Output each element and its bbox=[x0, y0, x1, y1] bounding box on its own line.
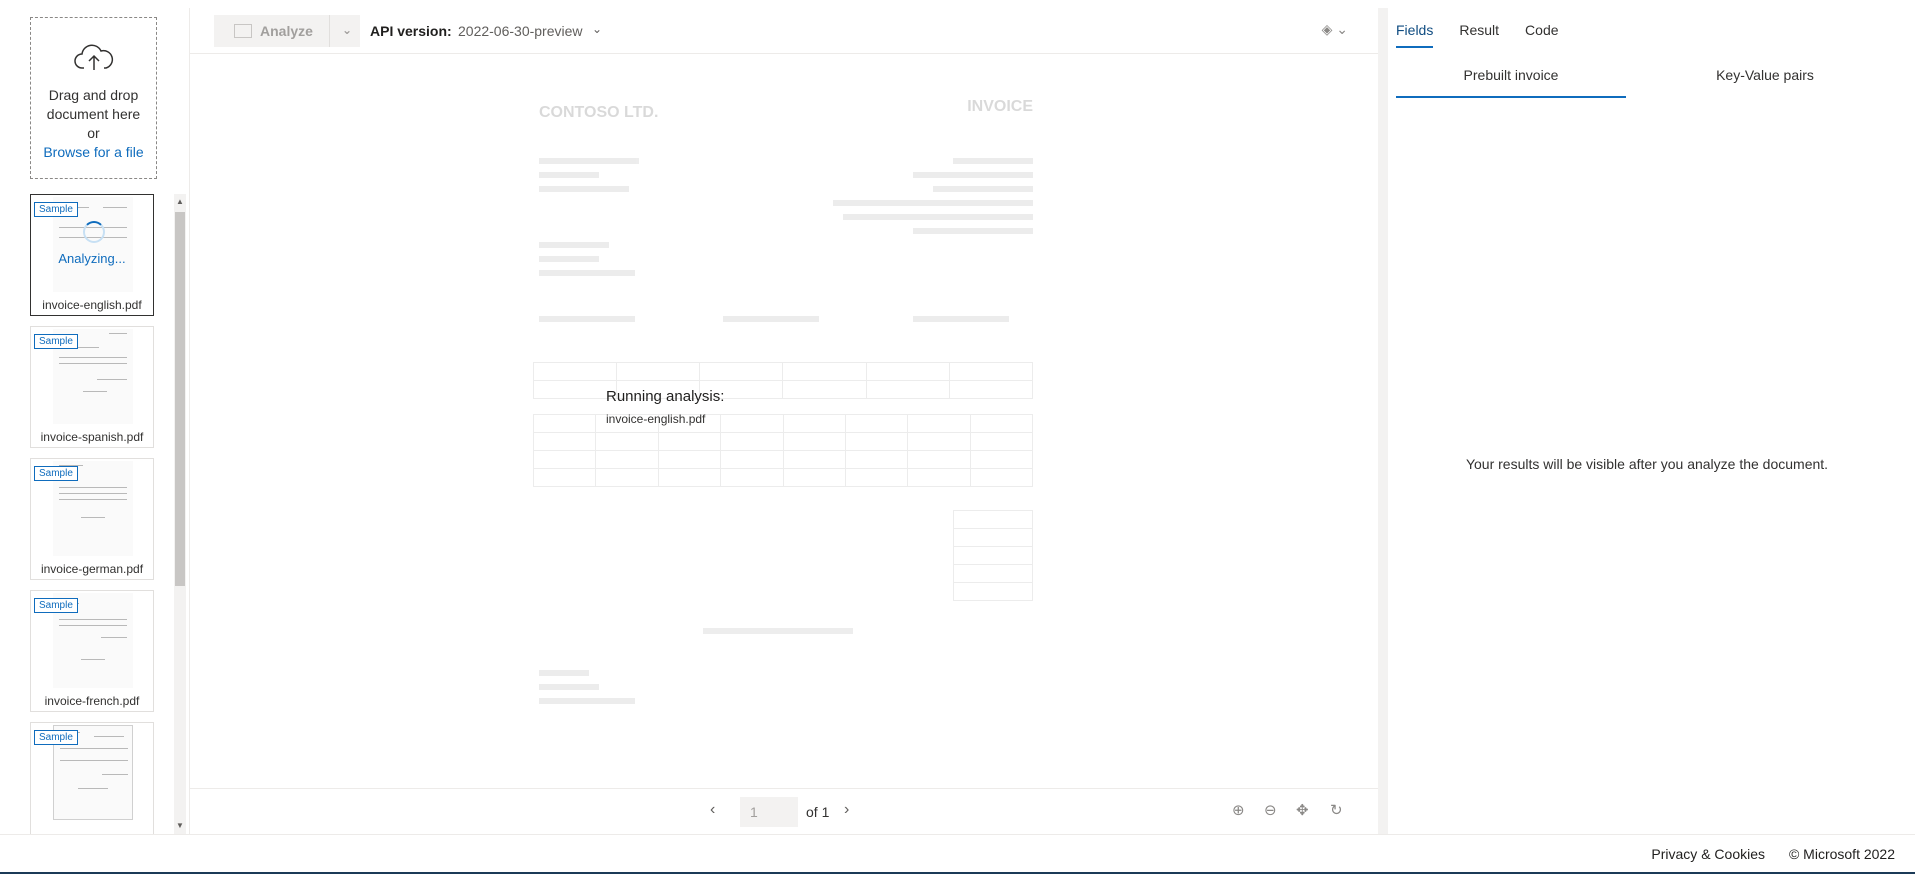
thumbnail-list: Sample Analyzing... invoice-english.pdf … bbox=[30, 194, 156, 834]
results-panel: Fields Result Code Prebuilt invoice Key-… bbox=[1388, 8, 1915, 834]
thumbnail-invoice-german[interactable]: Sample invoice-german.pdf bbox=[30, 458, 154, 580]
thumbnail-invoice-spanish[interactable]: Sample invoice-spanish.pdf bbox=[30, 326, 154, 448]
analyze-label: Analyze bbox=[260, 23, 313, 39]
split-divider bbox=[329, 15, 330, 47]
thumbnail-name: invoice-french.pdf bbox=[44, 694, 140, 708]
thumbnail-name: invoice-english.pdf bbox=[42, 298, 142, 312]
sample-badge: Sample bbox=[34, 730, 78, 745]
sample-badge: Sample bbox=[34, 598, 78, 613]
subtab-key-value-pairs[interactable]: Key-Value pairs bbox=[1650, 64, 1880, 98]
thumbnail-invoice-english[interactable]: Sample Analyzing... invoice-english.pdf bbox=[30, 194, 154, 316]
cloud-upload-icon bbox=[73, 44, 113, 70]
page-navigator: ‹ 1 of 1 › ⊕ ⊖ ✥ ↻ bbox=[190, 788, 1378, 834]
chevron-left-icon[interactable]: ‹ bbox=[710, 801, 715, 819]
results-tabs: Fields Result Code bbox=[1396, 22, 1559, 48]
tab-result[interactable]: Result bbox=[1459, 22, 1499, 48]
analyzing-status: Analyzing... bbox=[58, 251, 126, 266]
browse-file-link[interactable]: Browse for a file bbox=[43, 143, 143, 162]
subtab-prebuilt-invoice[interactable]: Prebuilt invoice bbox=[1396, 64, 1626, 98]
page-number-input[interactable]: 1 bbox=[740, 797, 798, 827]
document-type: INVOICE bbox=[967, 98, 1033, 115]
sample-badge: Sample bbox=[34, 202, 78, 217]
api-version-dropdown[interactable]: 2022-06-30-preview bbox=[458, 23, 583, 39]
api-version-label: API version: bbox=[370, 23, 452, 39]
page-footer: Privacy & Cookies © Microsoft 2022 bbox=[0, 834, 1915, 874]
thumbnail-scrollbar[interactable]: ▲ ▼ bbox=[174, 194, 186, 834]
chevron-right-icon[interactable]: › bbox=[844, 801, 849, 819]
running-analysis-file: invoice-english.pdf bbox=[606, 412, 706, 426]
app-root: Drag and drop document here or Browse fo… bbox=[0, 0, 1915, 874]
analyze-button[interactable]: Analyze ⌄ bbox=[214, 15, 360, 47]
rotate-icon[interactable]: ↻ bbox=[1330, 801, 1343, 819]
viewer-toolbar: Analyze ⌄ API version: 2022-06-30-previe… bbox=[190, 8, 1378, 54]
thumbnail-sample-5[interactable]: Sample bbox=[30, 722, 154, 834]
tab-code[interactable]: Code bbox=[1525, 22, 1558, 48]
document-company: CONTOSO LTD. bbox=[539, 104, 659, 121]
copyright-text: © Microsoft 2022 bbox=[1788, 846, 1895, 862]
chevron-down-icon[interactable]: ⌄ bbox=[342, 23, 352, 37]
dropzone-text: Drag and drop document here bbox=[46, 87, 141, 122]
running-analysis-title: Running analysis: bbox=[606, 388, 725, 405]
sample-badge: Sample bbox=[34, 466, 78, 481]
sample-badge: Sample bbox=[34, 334, 78, 349]
page-count: of 1 bbox=[806, 804, 830, 820]
file-sidebar: Drag and drop document here or Browse fo… bbox=[0, 8, 190, 834]
upload-dropzone[interactable]: Drag and drop document here or Browse fo… bbox=[30, 17, 157, 179]
privacy-link[interactable]: Privacy & Cookies bbox=[1651, 846, 1765, 862]
chevron-down-icon[interactable]: ⌄ bbox=[592, 22, 602, 36]
tab-fields[interactable]: Fields bbox=[1396, 22, 1434, 48]
layers-icon[interactable]: ◈ ⌄ bbox=[1322, 21, 1348, 38]
thumbnail-name: invoice-german.pdf bbox=[40, 562, 144, 576]
scroll-down-icon[interactable]: ▼ bbox=[174, 820, 186, 832]
scrollbar-thumb[interactable] bbox=[175, 212, 185, 586]
scroll-up-icon[interactable]: ▲ bbox=[174, 196, 186, 208]
analyze-icon bbox=[234, 24, 252, 38]
zoom-in-icon[interactable]: ⊕ bbox=[1232, 801, 1245, 819]
loading-spinner-icon bbox=[83, 221, 105, 243]
dropzone-or: or bbox=[87, 125, 100, 141]
fit-page-icon[interactable]: ✥ bbox=[1296, 801, 1309, 819]
zoom-out-icon[interactable]: ⊖ bbox=[1264, 801, 1277, 819]
thumbnail-name: invoice-spanish.pdf bbox=[40, 430, 144, 444]
document-viewer: Analyze ⌄ API version: 2022-06-30-previe… bbox=[190, 8, 1378, 834]
thumbnail-invoice-french[interactable]: Sample invoice-french.pdf bbox=[30, 590, 154, 712]
empty-results-message: Your results will be visible after you a… bbox=[1465, 456, 1829, 472]
panel-divider[interactable] bbox=[1378, 8, 1388, 834]
fields-subtabs: Prebuilt invoice Key-Value pairs bbox=[1396, 64, 1896, 98]
